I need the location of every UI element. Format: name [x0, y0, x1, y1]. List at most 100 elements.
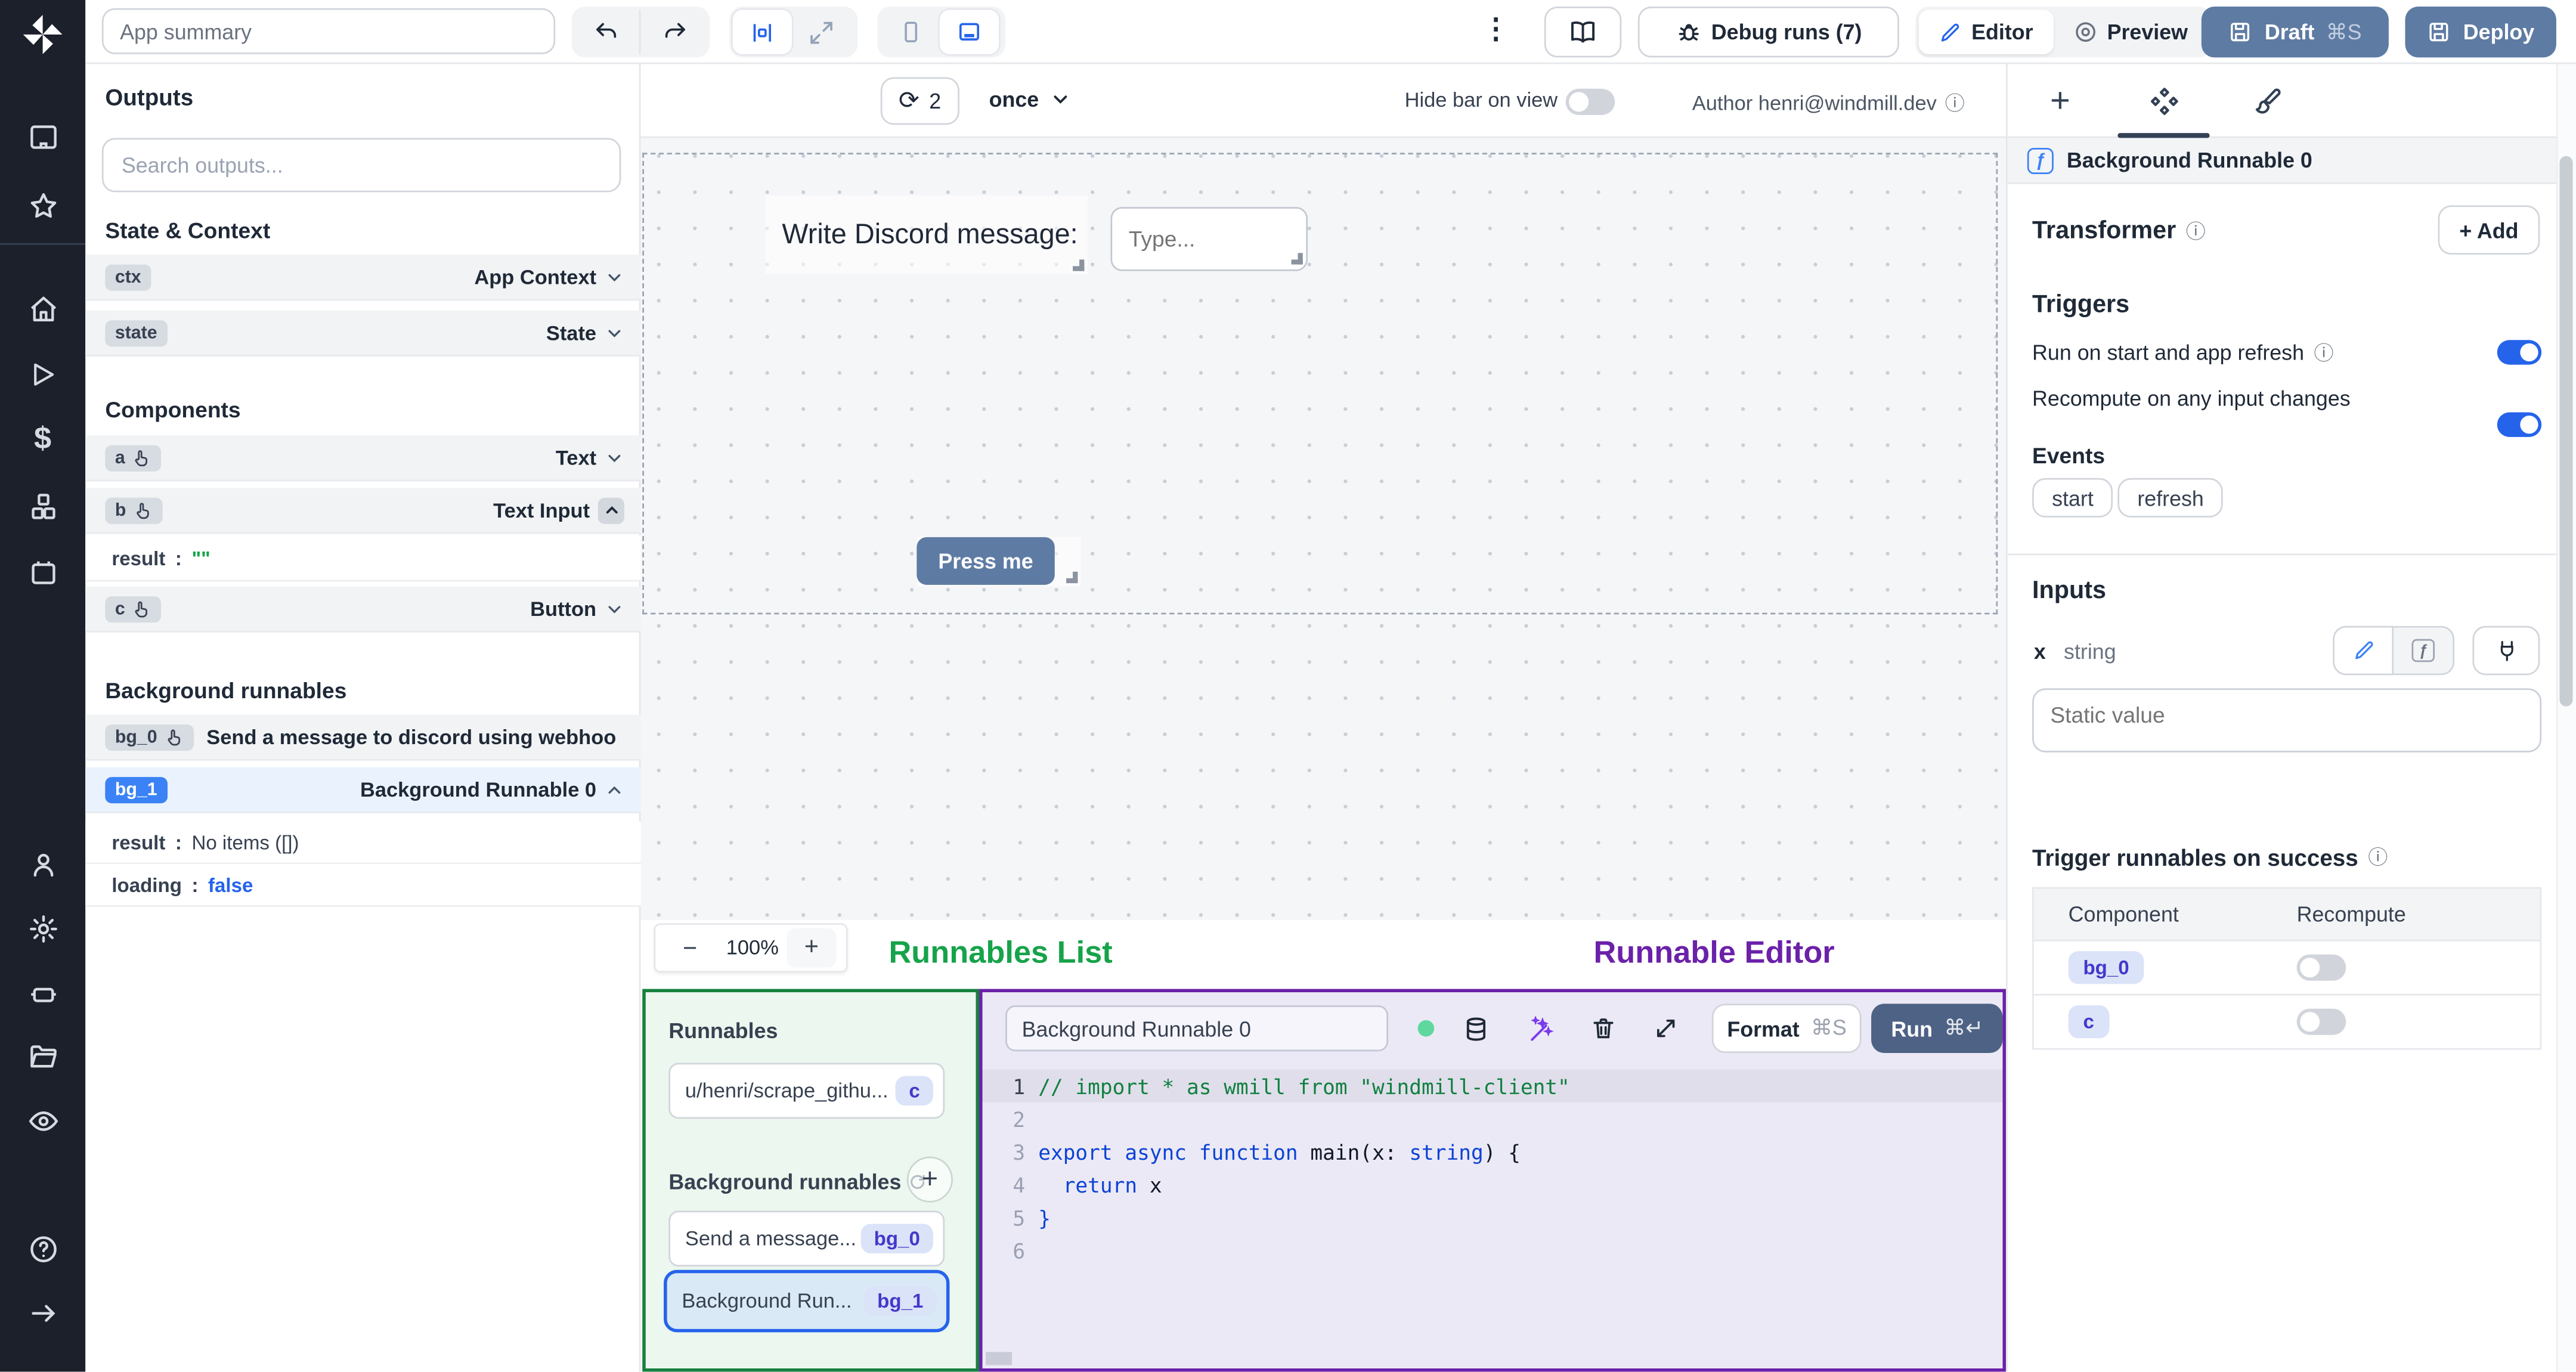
info-icon[interactable]: ⓘ [2186, 217, 2206, 245]
runnable-name-input[interactable] [1005, 1005, 1388, 1052]
static-mode-pencil-button[interactable] [2333, 625, 2394, 676]
format-button[interactable]: Format ⌘S [1711, 1004, 1862, 1054]
mobile-view-button[interactable] [881, 10, 940, 54]
chevron-up-icon[interactable] [605, 779, 624, 799]
editor-label: Editor [1971, 20, 2033, 45]
info-icon[interactable]: ⓘ [2368, 843, 2388, 871]
variables-dollar-icon[interactable]: $ [0, 416, 85, 465]
tab-preview[interactable]: Preview [2053, 20, 2207, 44]
collapse-arrow-icon[interactable] [0, 1288, 85, 1337]
interval-dropdown[interactable]: once [989, 87, 1072, 112]
output-row-bg0[interactable]: bg_0 Send a message to discord using web… [85, 714, 641, 761]
b-result-row[interactable]: result: "" [85, 535, 641, 582]
eval-mode-function-button[interactable]: ƒ [2394, 625, 2455, 676]
workspace-icon[interactable] [0, 112, 85, 161]
resize-handle[interactable] [1291, 253, 1303, 265]
bg0-link-badge[interactable]: bg_0 [2068, 951, 2144, 984]
cache-db-icon[interactable] [1462, 1014, 1490, 1042]
press-me-button[interactable]: Press me [917, 537, 1055, 585]
output-row-a[interactable]: a Text [85, 435, 641, 482]
recompute-toggle-c[interactable] [2296, 1008, 2346, 1035]
debug-runs-button[interactable]: Debug runs (7) [1637, 7, 1899, 58]
output-row-c[interactable]: c Button [85, 586, 641, 633]
button-component[interactable]: Press me [917, 537, 1081, 587]
home-icon[interactable] [0, 284, 85, 334]
c-link-badge[interactable]: c [2068, 1005, 2109, 1039]
app-canvas[interactable]: Write Discord message: Press me [640, 138, 2006, 920]
bg1-loading-row[interactable]: loading: false [85, 864, 641, 907]
add-background-runnable-button[interactable]: + [906, 1156, 953, 1203]
chevron-down-icon[interactable] [605, 448, 624, 467]
settings-gear-icon[interactable] [0, 903, 85, 953]
static-value-textarea[interactable] [2032, 688, 2542, 752]
desktop-view-button[interactable] [939, 10, 999, 54]
undo-button[interactable] [572, 10, 641, 54]
more-menu-kebab-icon[interactable]: ⋮ [1482, 13, 1510, 46]
discord-message-input[interactable] [1110, 207, 1308, 271]
resize-handle[interactable] [1073, 259, 1085, 271]
scrollbar-thumb[interactable] [2559, 156, 2573, 707]
run-button[interactable]: Run ⌘↵ [1872, 1004, 2003, 1054]
center-align-button[interactable] [732, 10, 792, 54]
output-row-state[interactable]: state State [85, 310, 641, 357]
ai-wand-icon[interactable] [1526, 1014, 1554, 1042]
expand-editor-icon[interactable] [1652, 1015, 1679, 1042]
minimap-corner [986, 1352, 1013, 1365]
chevron-down-icon[interactable] [605, 267, 624, 287]
folders-icon[interactable] [0, 1032, 85, 1081]
output-row-bg1[interactable]: bg_1 Background Runnable 0 [85, 767, 641, 813]
trigger-success-table: Component Recompute bg_0 c [2032, 887, 2542, 1050]
connect-plug-button[interactable] [2472, 625, 2540, 676]
components-title: Components [105, 397, 241, 423]
favorites-star-icon[interactable] [0, 181, 85, 230]
event-chip-start[interactable]: start [2032, 478, 2113, 518]
tab-editor[interactable]: Editor [1918, 10, 2053, 54]
format-label: Format [1727, 1016, 1800, 1041]
audit-eye-icon[interactable] [0, 1096, 85, 1145]
delete-trash-icon[interactable] [1590, 1015, 1617, 1042]
recompute-any-toggle[interactable] [2497, 412, 2542, 437]
hide-bar-toggle[interactable] [1565, 88, 1615, 115]
chevron-down-icon[interactable] [605, 323, 624, 342]
schedules-calendar-icon[interactable] [0, 547, 85, 596]
resources-cubes-icon[interactable] [0, 481, 85, 531]
docs-book-button[interactable] [1544, 7, 1622, 58]
add-transformer-button[interactable]: + Add [2438, 205, 2540, 255]
runnable-item-script-c[interactable]: u/henri/scrape_githu... c [668, 1063, 945, 1119]
inputs-title: Inputs [2032, 577, 2107, 605]
code-editor[interactable]: 1 2 3 4 5 6 // import * as wmill from "w… [982, 1064, 2003, 1368]
runnable-item-bg0[interactable]: Send a message... bg_0 [668, 1210, 945, 1267]
workers-robot-icon[interactable] [0, 968, 85, 1017]
refresh-count-button[interactable]: ⟳ 2 [880, 77, 959, 125]
fullscreen-button[interactable] [792, 10, 851, 54]
text-input-component[interactable] [1110, 207, 1308, 271]
info-icon[interactable]: ⓘ [2314, 339, 2334, 367]
output-row-ctx[interactable]: ctx App Context [85, 255, 641, 301]
tab-insert-plus-icon[interactable]: + [2014, 77, 2106, 126]
tab-settings-components-icon[interactable] [2117, 77, 2209, 126]
bg1-result-row[interactable]: result: No items ([]) [85, 821, 641, 865]
resize-handle[interactable] [1066, 571, 1078, 584]
text-component[interactable]: Write Discord message: [765, 195, 1088, 275]
redo-button[interactable] [640, 10, 710, 54]
line-number: 2 [1013, 1107, 1026, 1132]
draft-button[interactable]: Draft ⌘S [2201, 7, 2389, 58]
account-person-icon[interactable] [0, 840, 85, 889]
info-icon[interactable]: ⓘ [1945, 89, 1965, 117]
run-on-start-toggle[interactable] [2497, 340, 2542, 365]
tab-style-brush-icon[interactable] [2221, 77, 2313, 126]
chevron-down-icon[interactable] [605, 599, 624, 618]
event-chip-refresh[interactable]: refresh [2117, 478, 2224, 518]
output-row-b[interactable]: b Text Input [85, 488, 641, 534]
runs-play-icon[interactable] [0, 350, 85, 399]
zoom-out-button[interactable]: − [662, 934, 718, 962]
chevron-up-icon[interactable] [597, 497, 624, 524]
windmill-logo-icon[interactable] [21, 13, 64, 56]
help-icon[interactable] [0, 1224, 85, 1274]
recompute-toggle-bg0[interactable] [2296, 954, 2346, 981]
deploy-button[interactable]: Deploy [2405, 7, 2556, 58]
search-outputs-input[interactable] [101, 138, 621, 193]
zoom-in-button[interactable]: + [787, 928, 837, 968]
app-summary-input[interactable] [101, 8, 556, 54]
runnable-item-bg1-selected[interactable]: Background Run... bg_1 [664, 1269, 950, 1333]
